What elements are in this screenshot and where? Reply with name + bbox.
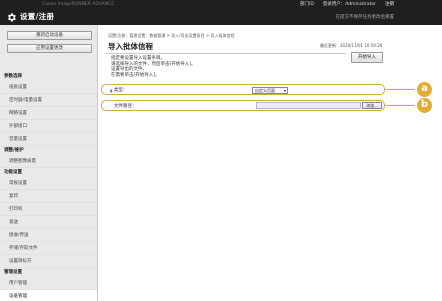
file-path-label: 文件路径： bbox=[114, 104, 137, 109]
instruction-line: 在需要单击[开始导入]。 bbox=[111, 72, 160, 78]
header-subtitle: 在提交不保存任务更改后重置 bbox=[335, 15, 395, 20]
sidebar-item[interactable]: 设置目标方 bbox=[0, 255, 97, 268]
login-user-label: 登录用户：Administrator bbox=[322, 2, 376, 7]
sidebar-item[interactable]: 发送 bbox=[0, 216, 97, 229]
type-select[interactable]: 自定义页面 ▾ bbox=[252, 87, 288, 94]
browse-button[interactable]: 浏览... bbox=[362, 102, 382, 109]
sidebar-item[interactable]: 定时器/电量设置 bbox=[0, 94, 97, 107]
top-status-bar: Canon imageRUNNER ADVANCE 部门ID 登录用户：Admi… bbox=[0, 0, 442, 9]
type-row: 类型： 自定义页面 ▾ bbox=[101, 84, 385, 95]
sidebar-group-header: 管理设置 bbox=[4, 270, 22, 275]
sidebar: 重新启动设备 应用设置更改 参数选择纸张设置 定时器/电量设置 网络设置 外部接口 音量… bbox=[0, 25, 98, 301]
right-margin bbox=[405, 25, 442, 301]
sidebar-item[interactable]: 常规设置 bbox=[0, 177, 97, 190]
file-path-input[interactable] bbox=[256, 102, 361, 109]
page-title: 导入批体信程 bbox=[108, 42, 153, 51]
type-select-value: 自定义页面 bbox=[255, 88, 275, 93]
last-updated: 最近更新：2020/11/01 10:59:26 bbox=[320, 43, 383, 48]
department-id-link[interactable]: 部门ID bbox=[300, 0, 314, 9]
callout-line-b bbox=[385, 105, 415, 106]
app-title: 设置/注册 bbox=[20, 12, 55, 21]
callout-line-a bbox=[385, 89, 415, 90]
start-import-button[interactable]: 开始导入 bbox=[351, 52, 383, 63]
sidebar-group-header: 参数选择 bbox=[4, 74, 22, 79]
sidebar-item[interactable]: 接收/传送 bbox=[0, 229, 97, 242]
sidebar-item[interactable]: 用户管理 bbox=[0, 277, 97, 290]
sidebar-group-header: 功能设置 bbox=[4, 170, 22, 175]
back-to-top-icon[interactable]: ⇞ bbox=[109, 89, 113, 95]
sidebar-item[interactable]: 外部接口 bbox=[0, 120, 97, 133]
sidebar-item[interactable]: 设备管理 bbox=[0, 290, 97, 301]
device-name: Canon imageRUNNER ADVANCE bbox=[42, 2, 115, 7]
sidebar-item[interactable]: 纸张设置 bbox=[0, 81, 97, 94]
file-path-row: 文件路径： 浏览... bbox=[101, 100, 385, 111]
logout-link[interactable]: 注销 bbox=[385, 0, 394, 9]
sidebar-item[interactable]: 打印机 bbox=[0, 203, 97, 216]
callout-badge-a: a bbox=[417, 82, 432, 97]
breadcrumb: 设置/注册：管理设置：数据管理 > 导入/导出设置条目 > 导入组体信程 bbox=[108, 33, 235, 38]
type-label: 类型： bbox=[114, 88, 128, 93]
title-divider bbox=[106, 53, 346, 54]
title-bar: 设置/注册 在提交不保存任务更改后重置 bbox=[0, 9, 442, 25]
sidebar-nav: 参数选择纸张设置 定时器/电量设置 网络设置 外部接口 音量设置调整/维护调整图像质量功… bbox=[0, 72, 97, 301]
apply-settings-button[interactable]: 应用设置更改 bbox=[7, 44, 92, 53]
page: Canon imageRUNNER ADVANCE 部门ID 登录用户：Admi… bbox=[0, 0, 442, 301]
callout-badge-b: b bbox=[417, 98, 432, 113]
sidebar-item[interactable]: 复印 bbox=[0, 190, 97, 203]
restart-device-button[interactable]: 重新启动设备 bbox=[7, 31, 92, 40]
gear-icon bbox=[7, 13, 16, 22]
sidebar-item[interactable]: 音量设置 bbox=[0, 133, 97, 146]
sidebar-item[interactable]: 网络设置 bbox=[0, 107, 97, 120]
instructions: 指定要设置导入设置条目。 请选择导入的文件，然后单击[开始导入]。 设置导出的文… bbox=[111, 56, 196, 78]
sidebar-item[interactable]: 存储/存取文件 bbox=[0, 242, 97, 255]
chevron-down-icon: ▾ bbox=[283, 88, 286, 93]
sidebar-item[interactable]: 调整图像质量 bbox=[0, 155, 97, 168]
sidebar-group-header: 调整/维护 bbox=[4, 148, 24, 153]
